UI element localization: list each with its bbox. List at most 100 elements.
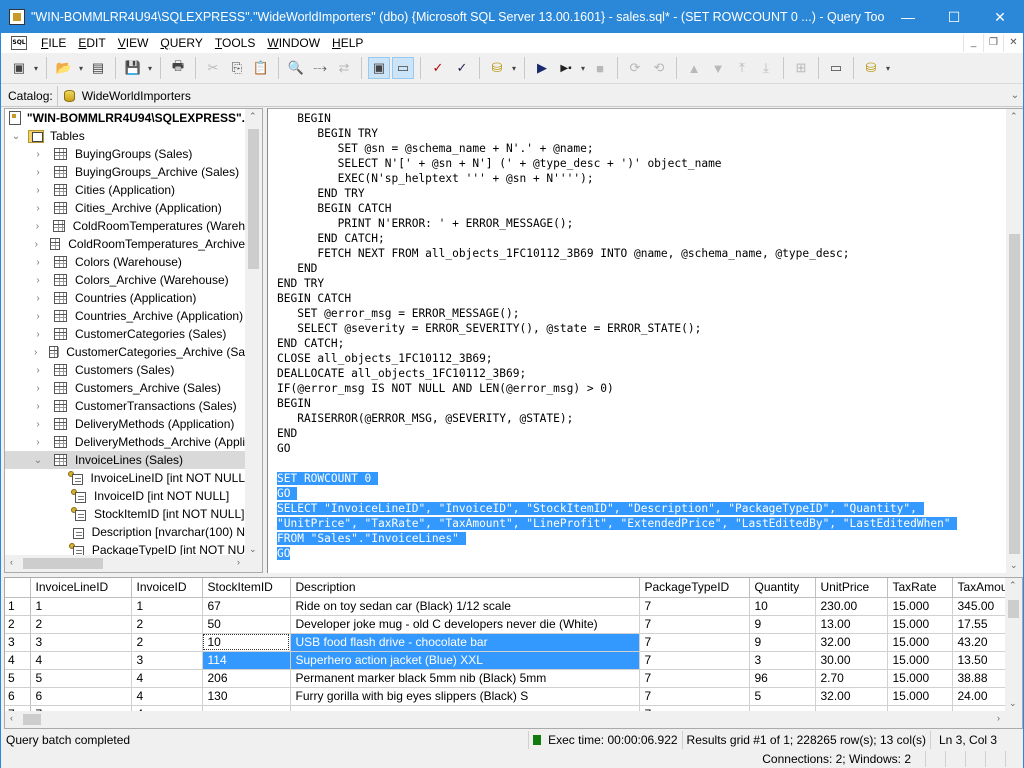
- selected-text[interactable]: GO: [277, 547, 291, 560]
- selected-text[interactable]: GO: [277, 487, 298, 500]
- close-button[interactable]: ✕: [977, 1, 1023, 33]
- scroll-down-icon[interactable]: ⌄: [1010, 560, 1018, 571]
- chevron-right-icon[interactable]: ›: [32, 401, 44, 412]
- tree-table-item[interactable]: › Customers_Archive (Sales): [5, 379, 245, 397]
- chevron-right-icon[interactable]: ›: [32, 347, 39, 358]
- grid-cell[interactable]: Superhero action jacket (Blue) XXL: [290, 651, 640, 670]
- grid-cell[interactable]: 206: [202, 669, 291, 688]
- grid-cell[interactable]: 67: [202, 597, 291, 616]
- code-line[interactable]: BEGIN CATCH: [277, 201, 957, 216]
- execute-dropdown[interactable]: ▾: [578, 64, 588, 73]
- column-header[interactable]: PackageTypeID: [639, 578, 750, 598]
- save-icon[interactable]: 💾: [122, 57, 144, 79]
- grid-cell[interactable]: USB food flash drive - chocolate bar: [290, 633, 640, 652]
- scroll-down-icon[interactable]: ⌄: [1009, 698, 1017, 709]
- paste-icon[interactable]: 📋: [250, 57, 272, 79]
- editor-vertical-scrollbar[interactable]: ⌃ ⌄: [1006, 109, 1023, 573]
- window-icon[interactable]: ▭: [825, 57, 847, 79]
- code-line[interactable]: IF(@error_msg IS NOT NULL AND LEN(@error…: [277, 381, 957, 396]
- grid-cell[interactable]: Furry gorilla with big eyes slippers (Bl…: [290, 687, 640, 706]
- tree-table-item[interactable]: › Countries_Archive (Application): [5, 307, 245, 325]
- grid-cell[interactable]: 9: [749, 633, 816, 652]
- row-number[interactable]: 5: [5, 669, 31, 688]
- table-row[interactable]: 6 6 4 130 Furry gorilla with big eyes slippe…: [5, 687, 1015, 706]
- tree-column-item[interactable]: Description [nvarchar(100) N: [5, 523, 245, 541]
- tree-table-item[interactable]: › Cities (Application): [5, 181, 245, 199]
- chevron-down-icon[interactable]: ⌄: [1007, 90, 1023, 101]
- save-dropdown[interactable]: ▾: [145, 64, 155, 73]
- chevron-right-icon[interactable]: ›: [32, 383, 44, 394]
- chevron-down-icon[interactable]: ⌄: [10, 131, 22, 142]
- scroll-right-icon[interactable]: ›: [237, 557, 240, 567]
- mdi-minimize-button[interactable]: _: [963, 34, 983, 52]
- grid-cell[interactable]: 10: [202, 633, 291, 652]
- tree-tables-node[interactable]: ⌄ Tables: [5, 127, 245, 145]
- grid-cell[interactable]: 7: [639, 651, 750, 670]
- grid-cell[interactable]: 15.000: [887, 651, 953, 670]
- grid-cell[interactable]: 10: [749, 597, 816, 616]
- code-line[interactable]: CLOSE all_objects_1FC10112_3B69;: [277, 351, 957, 366]
- grid-cell[interactable]: Developer joke mug - old C developers ne…: [290, 615, 640, 634]
- grid-cell[interactable]: 1: [131, 597, 203, 616]
- grid-cell[interactable]: Permanent marker black 5mm nib (Black) 5…: [290, 669, 640, 688]
- scroll-up-icon[interactable]: ⌃: [1009, 580, 1017, 591]
- move-top-icon[interactable]: ⤒: [731, 57, 753, 79]
- code-line[interactable]: END CATCH;: [277, 231, 957, 246]
- row-number[interactable]: 4: [5, 651, 31, 670]
- scroll-left-icon[interactable]: ‹: [10, 713, 13, 723]
- code-line[interactable]: END CATCH;: [277, 336, 957, 351]
- code-line[interactable]: SELECT N'[' + @sn + N'] (' + @type_desc …: [277, 156, 957, 171]
- grid-vertical-scrollbar[interactable]: ⌃ ⌄: [1005, 578, 1022, 711]
- scrollbar-thumb[interactable]: [23, 714, 41, 725]
- row-number[interactable]: 2: [5, 615, 31, 634]
- connect-database-icon[interactable]: ⛁: [486, 57, 508, 79]
- code-line[interactable]: BEGIN: [277, 111, 957, 126]
- chevron-down-icon[interactable]: ⌄: [32, 455, 44, 466]
- table-row[interactable]: 5 5 4 206 Permanent marker black 5mm nib (Bl…: [5, 669, 1015, 688]
- menu-query[interactable]: QUERY: [154, 36, 208, 50]
- selected-text[interactable]: SET ROWCOUNT 0: [277, 472, 379, 485]
- grid-cell[interactable]: 2: [30, 615, 132, 634]
- grid-cell[interactable]: 130: [202, 687, 291, 706]
- tree-table-item[interactable]: › Customers (Sales): [5, 361, 245, 379]
- grid-cell[interactable]: 4: [131, 687, 203, 706]
- resize-grip-icon[interactable]: [1005, 751, 1023, 767]
- grid-cell[interactable]: 2: [131, 633, 203, 652]
- tree-table-invoicelines[interactable]: ⌄ InvoiceLines (Sales): [5, 451, 245, 469]
- menu-view[interactable]: VIEW: [112, 36, 155, 50]
- tree-vertical-scrollbar[interactable]: ⌃ ⌄: [245, 109, 262, 557]
- tree-table-item[interactable]: › DeliveryMethods (Application): [5, 415, 245, 433]
- code-line[interactable]: DEALLOCATE all_objects_1FC10112_3B69;: [277, 366, 957, 381]
- tree-column-item[interactable]: InvoiceID [int NOT NULL]: [5, 487, 245, 505]
- grid-cell[interactable]: 7: [639, 615, 750, 634]
- menu-window[interactable]: WINDOW: [261, 36, 326, 50]
- maximize-button[interactable]: ☐: [931, 1, 977, 33]
- chevron-right-icon[interactable]: ›: [32, 149, 44, 160]
- code-line-selected[interactable]: GO: [277, 546, 957, 561]
- chevron-right-icon[interactable]: ›: [32, 221, 43, 232]
- grid-cell[interactable]: 6: [30, 687, 132, 706]
- scrollbar-thumb[interactable]: [248, 129, 259, 269]
- code-line[interactable]: END TRY: [277, 186, 957, 201]
- grid-cell[interactable]: 9: [749, 615, 816, 634]
- code-line[interactable]: EXEC(N'sp_helptext ''' + @sn + N'''');: [277, 171, 957, 186]
- results-grid[interactable]: InvoiceLineID InvoiceID StockItemID Descrip…: [4, 577, 1023, 729]
- find-next-icon[interactable]: ⤏: [309, 57, 331, 79]
- tree-table-item[interactable]: › CustomerCategories_Archive (Sa: [5, 343, 245, 361]
- print-icon[interactable]: 🖶: [167, 57, 189, 79]
- cut-icon[interactable]: ✂: [202, 57, 224, 79]
- new-query-dropdown[interactable]: ▾: [31, 64, 41, 73]
- code-line[interactable]: SELECT @severity = ERROR_SEVERITY(), @st…: [277, 321, 957, 336]
- chevron-right-icon[interactable]: ›: [32, 257, 44, 268]
- move-down-icon[interactable]: ▼: [707, 57, 729, 79]
- open-folder-icon[interactable]: 📂: [53, 57, 75, 79]
- tree-table-item[interactable]: › BuyingGroups_Archive (Sales): [5, 163, 245, 181]
- commit-icon[interactable]: ⟳: [624, 57, 646, 79]
- menu-edit[interactable]: EDIT: [72, 36, 111, 50]
- grid-cell[interactable]: 5: [749, 687, 816, 706]
- chevron-right-icon[interactable]: ›: [32, 329, 44, 340]
- row-number[interactable]: 3: [5, 633, 31, 652]
- tree-table-item[interactable]: › BuyingGroups (Sales): [5, 145, 245, 163]
- code-line-selected[interactable]: SET ROWCOUNT 0: [277, 471, 957, 486]
- tree-table-item[interactable]: › Cities_Archive (Application): [5, 199, 245, 217]
